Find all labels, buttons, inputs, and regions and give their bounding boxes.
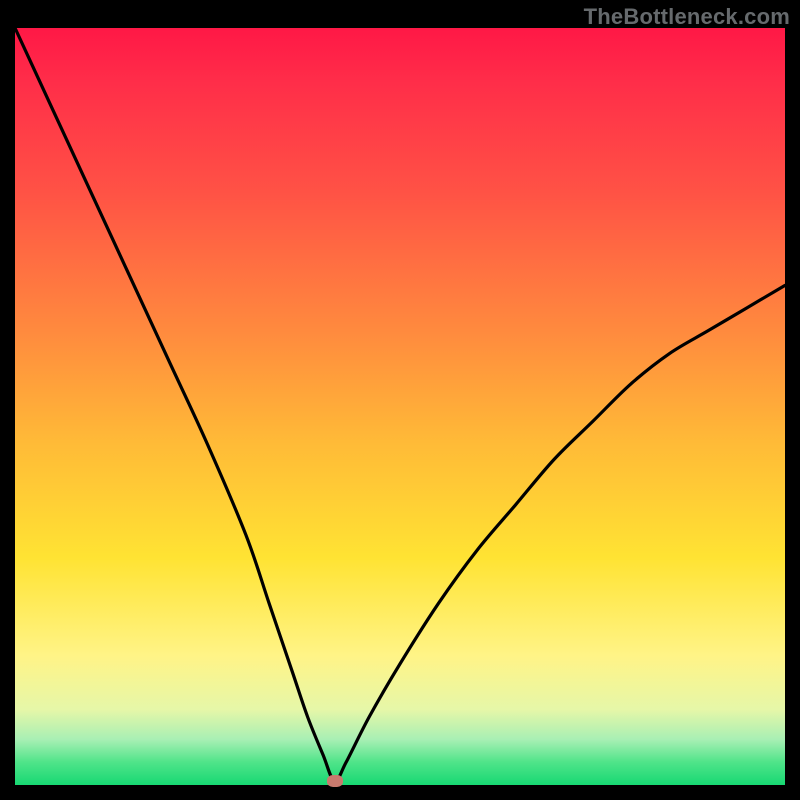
watermark-text: TheBottleneck.com: [584, 4, 790, 30]
curve-vertex-marker: [327, 775, 343, 787]
chart-area: [15, 28, 785, 785]
chart-background-gradient: [15, 28, 785, 785]
page-root: TheBottleneck.com: [0, 0, 800, 800]
